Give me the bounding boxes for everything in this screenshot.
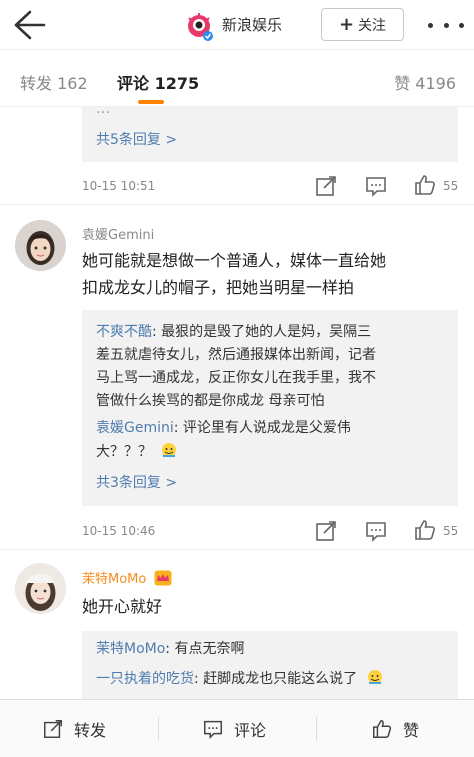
repost-icon[interactable] [314,519,338,543]
active-tab-indicator [138,100,164,104]
sub-comment-author[interactable]: 一只执着的吃货 [96,671,194,687]
more-button[interactable] [428,13,464,37]
repost-icon [44,720,62,738]
plus-icon: + [338,14,355,35]
sub-comment-text: 马上骂一通成龙，反正你女儿在我手里，我不 [96,370,376,386]
sub-comment-author[interactable]: 袁媛Gemini [96,420,174,436]
comment-author[interactable]: 袁媛Gemini [82,224,154,243]
top-bar: 新浪娱乐 + 关注 [0,0,474,50]
sub-comment-text: 大？？？ [96,444,152,460]
comment-icon [204,720,222,740]
comment-author-name: 茉特MoMo [82,572,147,587]
sub-comment-text: : 评论里有人说成龙是父爱伟 [173,420,351,436]
like-count: 55 [443,524,459,538]
dot-icon [443,22,449,28]
emoji-icon [162,443,177,457]
sub-comment: 不爽不酷: 最狠的是毁了她的人是妈，吴隔三 [96,322,371,342]
vip-crown-icon [154,570,172,586]
sub-comment-box: 不爽不酷: 最狠的是毁了她的人是妈，吴隔三 差五就虐待女儿，然后通报媒体出新闻，… [82,310,458,506]
sub-comment-text: 管做什么挨骂的都是你成龙 母亲可怕 [96,393,325,409]
brand-name[interactable]: 新浪娱乐 [222,14,282,35]
sina-eye-logo-icon [188,13,213,41]
comment-author[interactable]: 茉特MoMo [82,568,172,587]
user-avatar-image [15,563,66,614]
comment-text: 她开心就好 [82,597,163,616]
tab-repost[interactable]: 转发 162 [20,70,88,94]
repost-icon[interactable] [314,174,338,198]
sub-comment-author[interactable]: 不爽不酷 [96,324,152,340]
comment-text: 扣成龙女儿的帽子，把她当明星一样拍 [82,278,355,297]
comment-icon[interactable] [364,519,388,543]
divider [316,717,317,741]
dot-icon [428,22,433,28]
sub-comment-box: 茉特MoMo: 有点无奈啊 一只执着的吃货: 赶脚成龙也只能这么说了 [82,631,458,699]
sub-comment-partial: … [96,101,110,117]
comment-icon[interactable] [364,174,388,198]
reply-count-link[interactable]: 共3条回复 > [96,472,177,492]
sub-comment-text: : 赶脚成龙也只能这么说了 [194,671,358,687]
sub-comment-text: : 有点无奈啊 [165,641,245,657]
like-count: 55 [443,179,459,193]
sub-comment: 大？？？ [96,441,178,462]
brand-avatar[interactable] [183,10,215,42]
tab-comment[interactable]: 评论 1275 [117,70,199,94]
sub-comment-text: : 最狠的是毁了她的人是妈，吴隔三 [152,324,372,340]
avatar[interactable] [15,220,66,271]
repost-label: 转发 [74,721,107,740]
follow-button[interactable]: + 关注 [321,8,404,41]
thumbs-up-icon [373,720,392,738]
comment-time: 10-15 10:46 [82,524,156,538]
bottom-action-bar: 转发 评论 赞 [0,699,474,757]
like-button[interactable]: 赞 [371,700,419,757]
comment-time: 10-15 10:51 [82,179,156,193]
user-avatar-image [15,220,66,271]
avatar[interactable] [15,563,66,614]
sub-comment: 袁媛Gemini: 评论里有人说成龙是父爱伟 [96,418,351,438]
follow-label: 关注 [358,17,387,34]
emoji-icon [367,670,382,684]
sub-comment-text: 差五就虐待女儿，然后通报媒体出新闻，记者 [96,347,376,363]
sub-comment-box: … 共5条回复 > [82,101,458,162]
reply-count-link[interactable]: 共5条回复 > [96,129,177,149]
thumbs-up-icon[interactable] [413,518,437,542]
like-label: 赞 [403,721,420,740]
comment-label: 评论 [234,721,267,740]
divider [0,549,474,550]
back-button[interactable] [10,8,46,42]
sub-comment: 一只执着的吃货: 赶脚成龙也只能这么说了 [96,668,384,689]
thumbs-up-icon[interactable] [413,173,437,197]
repost-button[interactable]: 转发 [42,700,106,757]
comment-button[interactable]: 评论 [202,700,266,757]
divider [0,204,474,205]
tab-like[interactable]: 赞 4196 [394,70,456,94]
divider [158,717,159,741]
sub-comment: 茉特MoMo: 有点无奈啊 [96,639,244,659]
dot-icon [459,22,464,28]
tab-bar: 转发 162 评论 1275 赞 4196 [0,50,474,107]
comment-text: 她可能就是想做一个普通人，媒体一直给她 [82,251,387,270]
arrow-left-icon [14,10,46,40]
sub-comment-author[interactable]: 茉特MoMo [96,641,165,657]
